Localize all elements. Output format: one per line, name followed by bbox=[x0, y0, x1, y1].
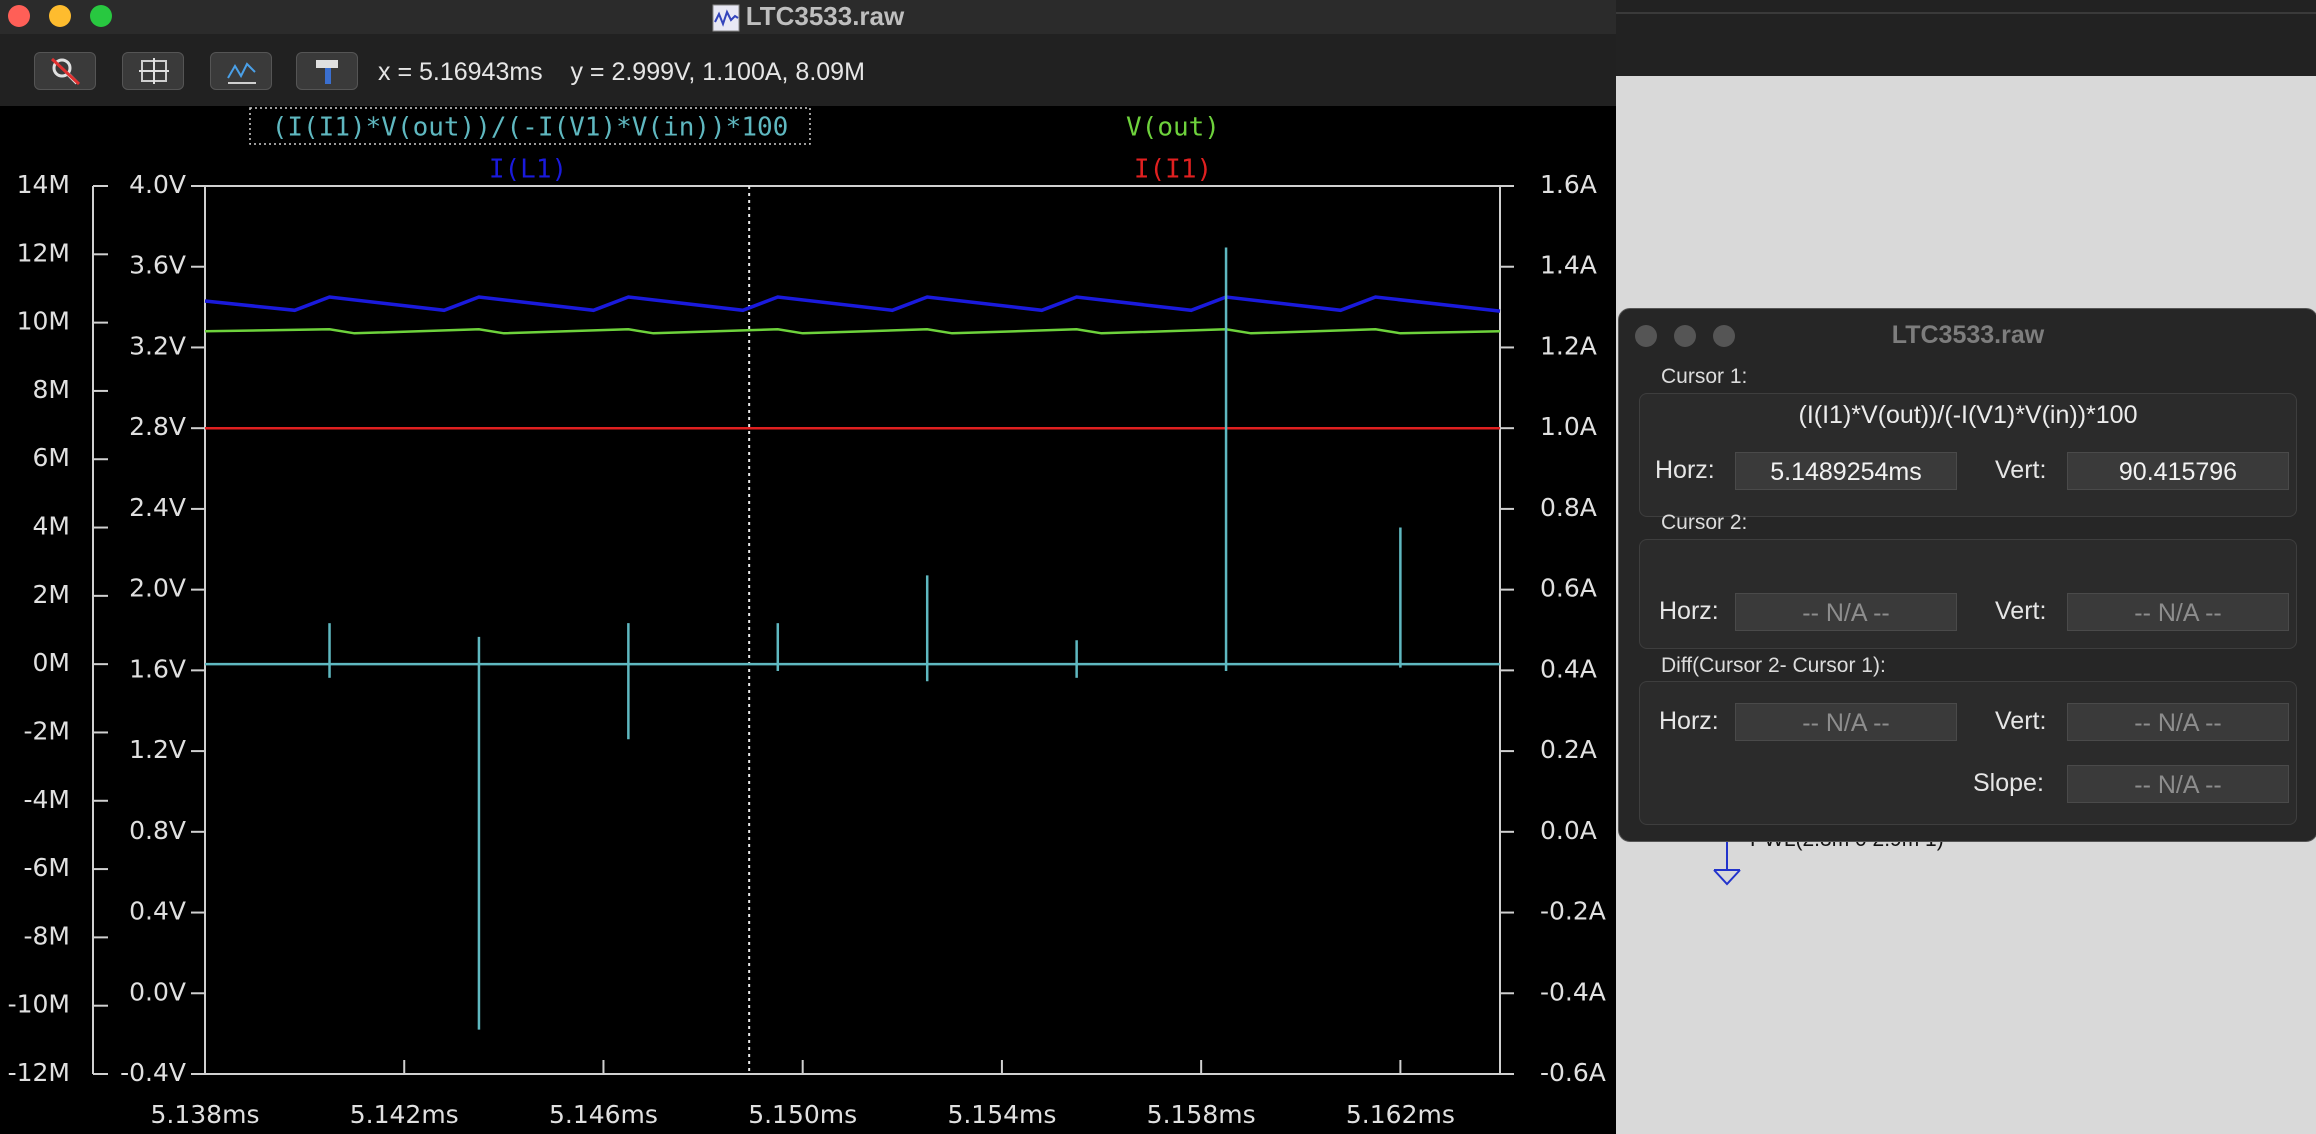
left-inner-tick-label: 2.0V bbox=[129, 574, 186, 603]
background-window-toolbar bbox=[1616, 0, 2316, 76]
cursor2-section-label: Cursor 2: bbox=[1661, 511, 1748, 534]
left-outer-tick-label: 0M bbox=[33, 648, 70, 677]
left-inner-tick-label: 0.4V bbox=[129, 897, 186, 926]
window-title: LTC3533.raw bbox=[0, 0, 1616, 32]
cursor1-horz-label: Horz: bbox=[1655, 456, 1715, 484]
diff-section-label: Diff(Cursor 2- Cursor 1): bbox=[1661, 654, 1886, 677]
x-tick-label: 5.150ms bbox=[748, 1100, 857, 1129]
right-tick-label: 1.2A bbox=[1540, 331, 1597, 360]
left-outer-tick-label: -10M bbox=[8, 990, 70, 1019]
right-tick-label: 1.4A bbox=[1540, 251, 1597, 280]
cursor2-horz-field[interactable]: -- N/A -- bbox=[1735, 593, 1957, 631]
left-inner-tick-label: 3.2V bbox=[129, 331, 186, 360]
waveform-plot[interactable]: 14M 12M 10M 8M 6M 4M 2M 0M -2M -4M -6M -8M -10M -12M 4… bbox=[0, 106, 1616, 1134]
cursor1-trace-expression: (I(I1)*V(out))/(-I(V1)*V(in))*100 bbox=[1798, 401, 2138, 429]
left-inner-tick-label: 3.6V bbox=[129, 251, 186, 280]
right-tick-label: 0.2A bbox=[1540, 735, 1597, 764]
left-inner-tick-label: 0.0V bbox=[129, 977, 186, 1006]
cursor-dialog-title: LTC3533.raw bbox=[1891, 321, 2045, 349]
plot-frame bbox=[204, 185, 1501, 1075]
hammer-tool-button[interactable] bbox=[296, 52, 358, 90]
zoom-reset-button[interactable] bbox=[34, 52, 96, 90]
left-inner-tick-label: 4.0V bbox=[129, 170, 186, 199]
iL1-trace bbox=[204, 295, 1501, 313]
cursor1-horz-field[interactable]: 5.1489254ms bbox=[1735, 452, 1957, 490]
legend-iI1: I(I1) bbox=[1134, 155, 1212, 185]
left-outer-tick-label: -12M bbox=[8, 1058, 70, 1087]
x-tick-label: 5.138ms bbox=[151, 1100, 260, 1129]
left-outer-tick-label: 6M bbox=[33, 443, 70, 472]
mark-data-button[interactable] bbox=[210, 52, 272, 90]
right-tick-label: 0.8A bbox=[1540, 493, 1597, 522]
legend-iL1: I(L1) bbox=[489, 155, 567, 185]
left-inner-tick-label: 0.8V bbox=[129, 816, 186, 845]
window-title-text: LTC3533.raw bbox=[745, 1, 905, 31]
left-inner-tick-label: 2.8V bbox=[129, 412, 186, 441]
right-tick-label: 0.0A bbox=[1540, 816, 1597, 845]
x-tick-label: 5.142ms bbox=[350, 1100, 459, 1129]
left-inner-tick-label: 1.2V bbox=[129, 735, 186, 764]
left-outer-tick-label: -4M bbox=[24, 785, 71, 814]
autorange-icon bbox=[139, 58, 169, 84]
vout-trace bbox=[204, 328, 1501, 335]
right-tick-label: 0.4A bbox=[1540, 654, 1597, 683]
left-outer-tick-label: -2M bbox=[24, 716, 71, 745]
cursor2-horz-label: Horz: bbox=[1659, 597, 1719, 625]
left-outer-tick-label: 8M bbox=[33, 375, 70, 404]
diff-horz-label: Horz: bbox=[1659, 707, 1719, 735]
magnifier-cross-icon bbox=[50, 57, 81, 86]
diff-vert-field[interactable]: -- N/A -- bbox=[2067, 703, 2289, 741]
cursor1-section-label: Cursor 1: bbox=[1661, 365, 1748, 388]
right-tick-label: 1.0A bbox=[1540, 412, 1597, 441]
left-inner-tick-label: -0.4V bbox=[120, 1058, 186, 1087]
left-outer-tick-label: 4M bbox=[33, 512, 70, 541]
cursor-dialog-title-bar: LTC3533.raw bbox=[1619, 309, 2316, 361]
x-tick-label: 5.158ms bbox=[1147, 1100, 1256, 1129]
x-tick-label: 5.154ms bbox=[947, 1100, 1056, 1129]
left-outer-tick-label: 10M bbox=[17, 307, 70, 336]
left-outer-tick-label: 12M bbox=[17, 238, 70, 267]
diff-slope-field[interactable]: -- N/A -- bbox=[2067, 765, 2289, 803]
cursor1-vert-label: Vert: bbox=[1995, 456, 2047, 484]
right-tick-label: -0.4A bbox=[1540, 977, 1606, 1006]
left-inner-tick-label: 2.4V bbox=[129, 493, 186, 522]
cursor-position-readout: x = 5.16943ms y = 2.999V, 1.100A, 8.09M bbox=[378, 58, 865, 86]
legend-vout: V(out) bbox=[1126, 113, 1220, 143]
cursor2-vert-label: Vert: bbox=[1995, 597, 2047, 625]
x-tick-label: 5.146ms bbox=[549, 1100, 658, 1129]
cursor1-vert-field[interactable]: 90.415796 bbox=[2067, 452, 2289, 490]
left-outer-tick-label: 14M bbox=[17, 170, 70, 199]
diff-horz-field[interactable]: -- N/A -- bbox=[1735, 703, 1957, 741]
left-outer-tick-label: 2M bbox=[33, 580, 70, 609]
right-tick-label: 0.6A bbox=[1540, 574, 1597, 603]
diff-vert-label: Vert: bbox=[1995, 707, 2047, 735]
left-inner-tick-label: 1.6V bbox=[129, 654, 186, 683]
diff-slope-label: Slope: bbox=[1973, 769, 2044, 797]
autorange-button[interactable] bbox=[122, 52, 184, 90]
plot-toolbar: x = 5.16943ms y = 2.999V, 1.100A, 8.09M bbox=[0, 34, 1616, 106]
title-bar: LTC3533.raw bbox=[0, 0, 1616, 35]
cursor2-vert-field[interactable]: -- N/A -- bbox=[2067, 593, 2289, 631]
cursor-dialog: LTC3533.raw Cursor 1: (I(I1)*V(out))/(-I… bbox=[1618, 308, 2316, 842]
hammer-icon bbox=[316, 60, 338, 84]
ground-symbol-icon bbox=[1713, 838, 1741, 886]
waveform-marker-icon bbox=[227, 62, 256, 84]
right-tick-label: -0.6A bbox=[1540, 1058, 1606, 1087]
left-outer-tick-label: -6M bbox=[24, 853, 71, 882]
x-tick-label: 5.162ms bbox=[1346, 1100, 1455, 1129]
left-outer-tick-label: -8M bbox=[24, 921, 71, 950]
right-tick-label: -0.2A bbox=[1540, 897, 1606, 926]
right-tick-label: 1.6A bbox=[1540, 170, 1597, 199]
legend-efficiency: (I(I1)*V(out))/(-I(V1)*V(in))*100 bbox=[272, 113, 789, 143]
waveform-file-icon bbox=[712, 4, 740, 32]
waveform-window: LTC3533.raw x = 5.16943ms y = 2.999V, 1.… bbox=[0, 0, 1616, 1134]
